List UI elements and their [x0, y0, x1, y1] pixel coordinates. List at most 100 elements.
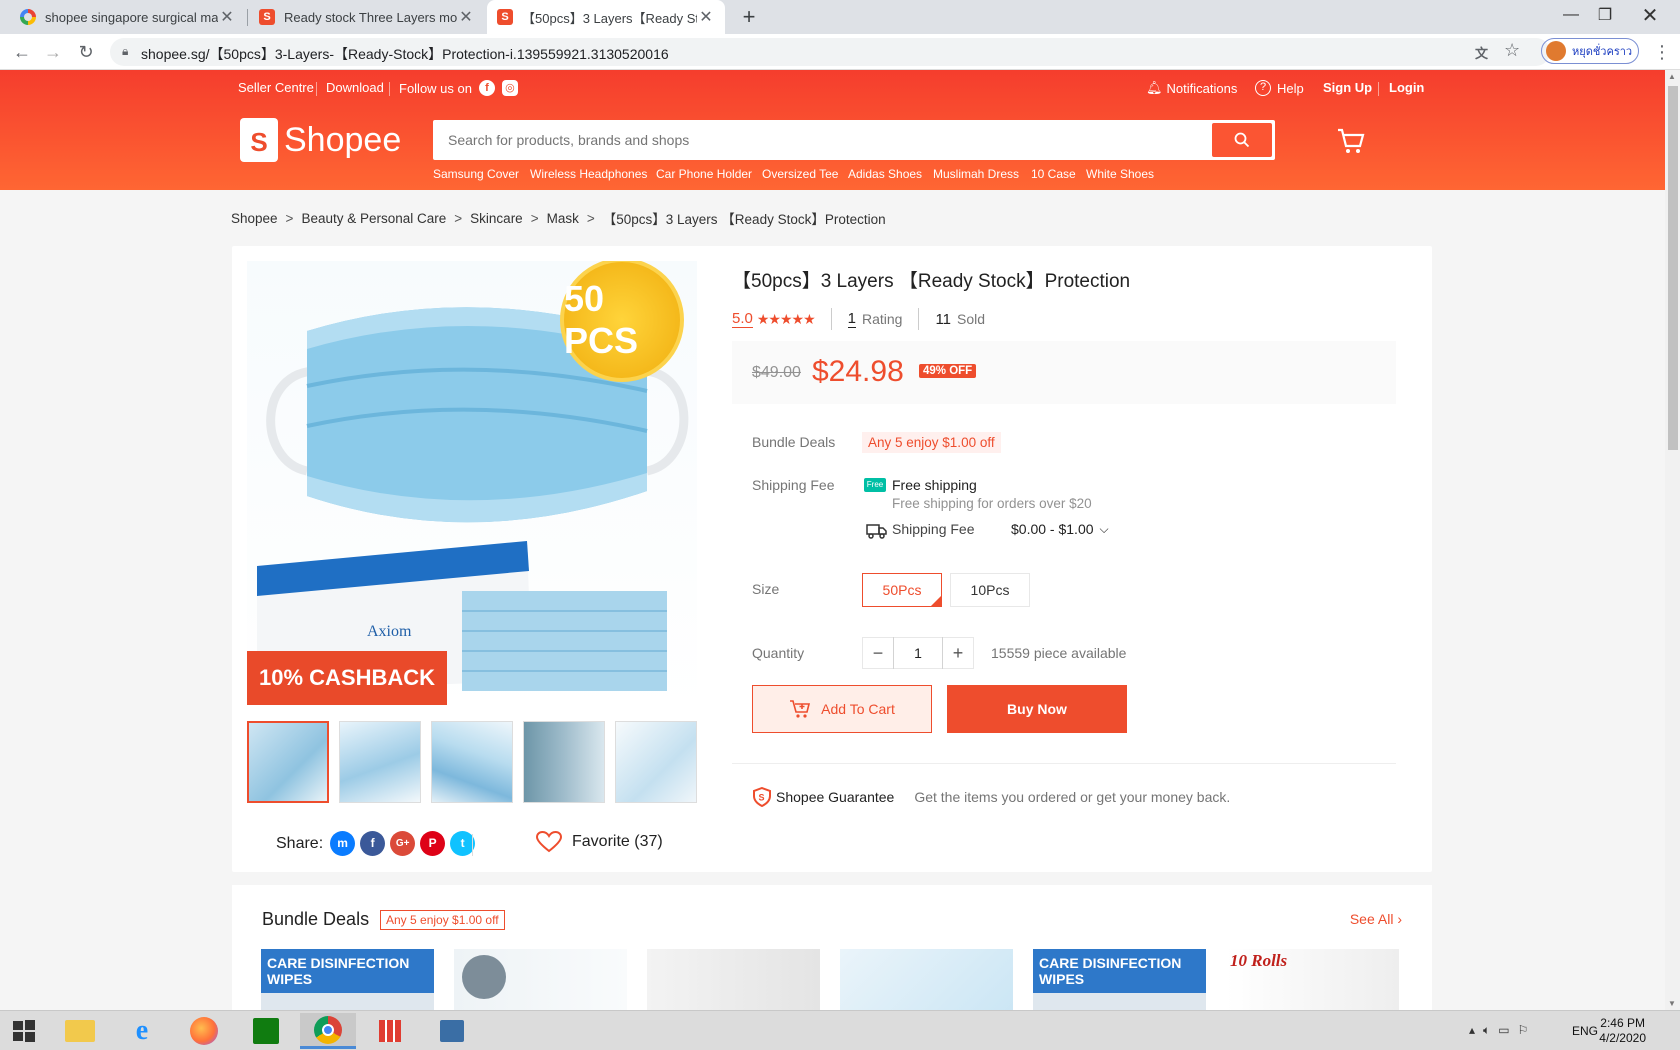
sign-up-link[interactable]: Sign Up — [1323, 80, 1372, 95]
avatar — [1546, 41, 1566, 61]
bundle-item-1[interactable]: CARE DISINFECTION WIPES — [261, 949, 434, 1015]
thumbnail-4[interactable] — [523, 721, 605, 803]
close-tab-icon[interactable]: ✕ — [457, 7, 475, 27]
bundle-item-4[interactable] — [840, 949, 1013, 1015]
network-app-icon[interactable] — [432, 1015, 472, 1047]
bundle-item-6[interactable]: 10 Rolls — [1226, 949, 1399, 1015]
sold-label: Sold — [957, 311, 986, 327]
google-plus-icon[interactable]: G+ — [390, 831, 416, 856]
rating-count[interactable]: 1 — [847, 310, 856, 328]
help-icon: ? — [1255, 80, 1271, 96]
messenger-icon[interactable]: m — [330, 831, 356, 856]
bundle-item-2[interactable] — [454, 949, 627, 1015]
truck-icon — [866, 524, 887, 539]
login-link[interactable]: Login — [1389, 80, 1424, 95]
firefox-icon[interactable] — [184, 1015, 224, 1047]
notifications-link[interactable]: 🔔︎ Notifications — [1146, 80, 1237, 96]
keyword-link[interactable]: White Shoes — [1086, 167, 1154, 181]
system-tray-icons[interactable]: ▴🔈︎▭⚐ — [1469, 1023, 1536, 1038]
product-main-image[interactable]: Axiom 50 PCS 10% CASHBACK — [247, 261, 697, 711]
restore-button[interactable]: ❐ — [1582, 0, 1628, 30]
thumbnail-5[interactable] — [615, 721, 697, 803]
buy-now-button[interactable]: Buy Now — [947, 685, 1127, 733]
see-all-link[interactable]: See All › — [1350, 911, 1402, 927]
search-input[interactable] — [436, 123, 1206, 157]
shopee-guarantee: S Shopee Guarantee Get the items you ord… — [752, 787, 1230, 807]
internet-explorer-icon[interactable]: e — [122, 1015, 162, 1047]
file-explorer-icon[interactable] — [60, 1015, 100, 1047]
shopee-logo[interactable]: S Shopee — [240, 118, 401, 162]
close-tab-icon[interactable]: ✕ — [697, 7, 715, 27]
tab-active-product[interactable]: S 【50pcs】3 Layers【Ready Stock】P ✕ — [487, 0, 725, 34]
keyword-link[interactable]: 10 Case — [1031, 167, 1076, 181]
tab-ready-stock[interactable]: S Ready stock Three Layers mouth ✕ — [249, 0, 485, 34]
close-window-button[interactable]: ✕ — [1627, 0, 1673, 30]
free-shipping-text: Free shipping — [892, 477, 977, 493]
buy-now-label: Buy Now — [1007, 701, 1067, 717]
bundle-item-5[interactable]: CARE DISINFECTION WIPES — [1033, 949, 1206, 1015]
breadcrumb-current: 【50pcs】3 Layers 【Ready Stock】Protection — [602, 212, 886, 227]
quantity-increase-button[interactable]: + — [942, 637, 974, 669]
keyword-link[interactable]: Wireless Headphones — [530, 167, 647, 181]
size-option-50pcs[interactable]: 50Pcs — [862, 573, 942, 607]
breadcrumb: Shopee > Beauty & Personal Care > Skincare… — [231, 208, 886, 228]
facebook-icon[interactable]: f — [360, 831, 386, 856]
store-icon[interactable] — [246, 1015, 286, 1047]
page-scrollbar[interactable]: ▲ ▼ — [1665, 70, 1680, 1010]
menu-dots-icon[interactable]: ⋮ — [1650, 40, 1674, 64]
breadcrumb-skincare[interactable]: Skincare — [470, 211, 523, 226]
lock-icon: 🔒︎ — [122, 44, 129, 58]
windows-start-icon[interactable] — [4, 1015, 44, 1047]
tab-google-search[interactable]: shopee singapore surgical mask ✕ — [10, 0, 246, 34]
add-to-cart-button[interactable]: Add To Cart — [752, 685, 932, 733]
tab-title: 【50pcs】3 Layers【Ready Stock】P — [522, 10, 697, 26]
size-option-label: 50Pcs — [882, 582, 922, 598]
chrome-icon[interactable] — [300, 1013, 356, 1049]
clock[interactable]: 2:46 PM 4/2/2020 — [1599, 1016, 1646, 1046]
rating-value[interactable]: 5.0 — [732, 310, 753, 328]
bundle-item-3[interactable] — [647, 949, 820, 1015]
back-icon[interactable]: ← — [10, 40, 34, 64]
keyword-link[interactable]: Adidas Shoes — [848, 167, 922, 181]
guarantee-title: Shopee Guarantee — [776, 789, 895, 805]
search-bar — [433, 120, 1275, 160]
breadcrumb-shopee[interactable]: Shopee — [231, 211, 278, 226]
new-tab-button[interactable]: + — [736, 4, 762, 30]
thumbnail-2[interactable] — [339, 721, 421, 803]
bundle-deals-label: Bundle Deals — [752, 434, 836, 450]
breadcrumb-beauty[interactable]: Beauty & Personal Care — [301, 211, 446, 226]
keyword-link[interactable]: Samsung Cover — [433, 167, 519, 181]
keyword-link[interactable]: Oversized Tee — [762, 167, 838, 181]
pinterest-icon[interactable]: P — [420, 831, 446, 856]
facebook-icon[interactable]: f — [478, 80, 495, 96]
search-button[interactable] — [1212, 123, 1272, 157]
breadcrumb-mask[interactable]: Mask — [547, 211, 579, 226]
bookmark-star-icon[interactable]: ☆ — [1504, 40, 1520, 61]
cart-icon[interactable] — [1336, 126, 1366, 156]
favorite-button[interactable]: Favorite (37) — [536, 831, 663, 853]
seller-centre-link[interactable]: Seller Centre — [238, 80, 314, 95]
close-tab-icon[interactable]: ✕ — [218, 7, 236, 27]
quantity-input[interactable]: 1 — [893, 637, 943, 669]
add-to-cart-label: Add To Cart — [821, 701, 895, 717]
translate-icon[interactable]: 文 — [1475, 43, 1488, 62]
keyword-link[interactable]: Muslimah Dress — [933, 167, 1019, 181]
language-indicator[interactable]: ENG — [1572, 1024, 1598, 1038]
keyword-link[interactable]: Car Phone Holder — [656, 167, 752, 181]
shipping-fee-dropdown[interactable]: $0.00 - $1.00 ⌵ — [1011, 521, 1109, 537]
shopee-icon: S — [497, 9, 513, 25]
forward-icon[interactable]: → — [41, 40, 65, 64]
quantity-decrease-button[interactable]: − — [862, 637, 894, 669]
bundle-deal-badge[interactable]: Any 5 enjoy $1.00 off — [862, 432, 1001, 453]
apps-grid-icon[interactable] — [370, 1015, 410, 1047]
instagram-icon[interactable]: ◎ — [501, 80, 518, 96]
size-option-10pcs[interactable]: 10Pcs — [950, 573, 1030, 607]
extension-profile-button[interactable]: หยุดชั่วคราว — [1541, 38, 1639, 64]
scrollbar-thumb[interactable] — [1668, 86, 1678, 450]
thumbnail-1[interactable] — [247, 721, 329, 803]
download-link[interactable]: Download — [326, 80, 384, 95]
reload-icon[interactable]: ↻ — [74, 40, 98, 64]
omnibox[interactable]: 🔒︎ shopee.sg/【50pcs】3-Layers-【Ready-Stoc… — [110, 38, 1550, 66]
thumbnail-3[interactable] — [431, 721, 513, 803]
help-link[interactable]: ? Help — [1255, 80, 1304, 96]
